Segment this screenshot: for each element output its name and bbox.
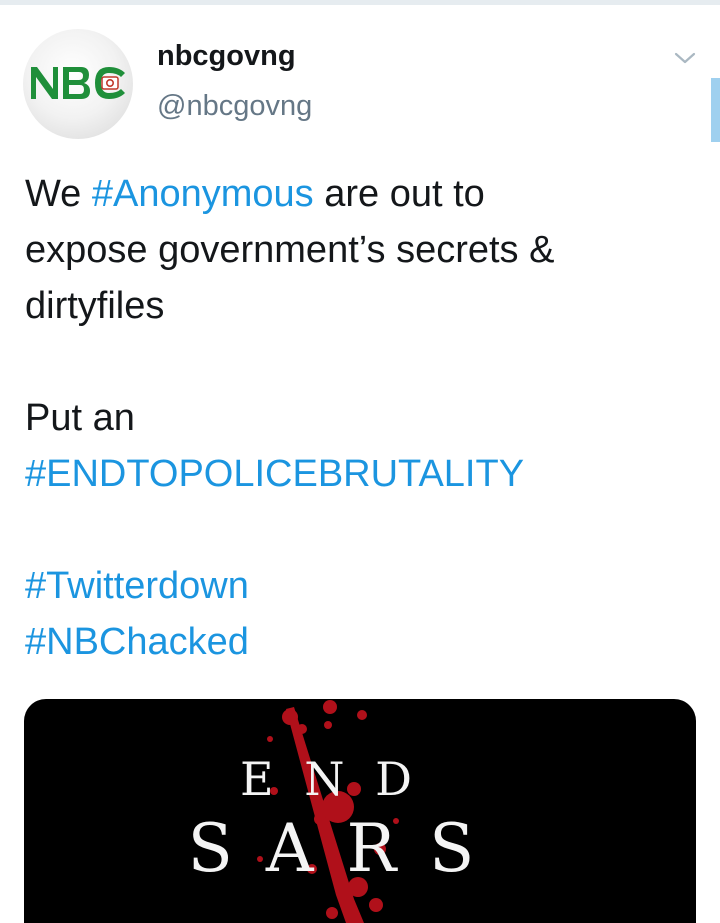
hashtag-link[interactable]: #NBChacked (25, 621, 249, 663)
tweet-media-image[interactable]: E N D S A R S (24, 699, 696, 923)
end-sars-artwork: E N D S A R S (188, 700, 481, 923)
nbc-logo-icon (31, 67, 125, 99)
tweet-card: nbcgovng @nbcgovng We #Anonymous are out… (0, 0, 720, 923)
line-break (25, 502, 705, 558)
tweet-line: We #Anonymous are out to (25, 166, 705, 222)
avatar[interactable] (23, 29, 133, 139)
scrollbar[interactable] (711, 78, 720, 142)
hashtag-link[interactable]: #Twitterdown (25, 565, 249, 607)
media-text-sars: S A R S (188, 810, 481, 887)
text-segment: We (25, 173, 92, 215)
display-name[interactable]: nbcgovng (157, 40, 296, 73)
hashtag-link[interactable]: #Anonymous (92, 173, 314, 215)
tweet-line: dirtyfiles (25, 285, 165, 327)
tweet-line: Put an (25, 397, 135, 439)
tweet-line: expose government’s secrets & (25, 229, 555, 271)
text-segment: are out to (313, 173, 485, 215)
line-break (25, 334, 705, 390)
tweet-text: We #Anonymous are out to expose governme… (25, 166, 705, 670)
user-handle[interactable]: @nbcgovng (157, 90, 312, 123)
hashtag-link[interactable]: #ENDTOPOLICEBRUTALITY (25, 453, 524, 495)
media-text-end: E N D (240, 752, 420, 806)
chevron-down-icon[interactable] (672, 48, 698, 68)
